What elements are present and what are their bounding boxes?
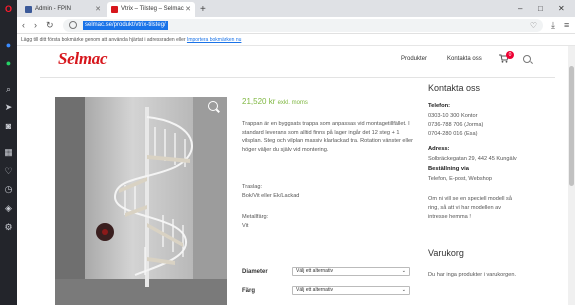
order-value: Telefon, E-post, Webshop	[428, 176, 492, 182]
search-icon[interactable]	[523, 55, 531, 63]
gear-icon[interactable]: ⚙	[3, 222, 14, 233]
tab-bar: Admin - FPIN ✕ Vtrix – Tilsteg – Selmac …	[17, 0, 575, 17]
close-tab-icon[interactable]: ✕	[185, 2, 191, 17]
option-farg-label: Färg	[242, 288, 256, 294]
close-window-button[interactable]: ✕	[558, 0, 565, 17]
price-value: 21,520 kr	[242, 97, 276, 106]
chevron-down-icon: ⌄	[401, 287, 406, 293]
tab-selmac[interactable]: Vtrix – Tilsteg – Selmac ✕	[107, 2, 195, 17]
site-header: Selmac Produkter Kontakta oss 0	[40, 48, 555, 74]
whatsapp-icon[interactable]: ●	[3, 58, 14, 69]
search-icon[interactable]: ⌕	[3, 84, 14, 95]
spec-traslag-value: Bok/Vit eller Ek/Lackad	[242, 193, 300, 199]
contact-note-line: ring, så att vi har modellen av	[428, 205, 502, 211]
spiral-staircase-image	[55, 97, 227, 305]
farg-select-value: Välj ett alternativ	[296, 287, 333, 293]
spec-metallfarg-label: Metallfärg:	[242, 214, 269, 220]
diameter-select[interactable]: Välj ett alternativ ⌄	[292, 267, 410, 276]
history-icon[interactable]: ◷	[3, 184, 14, 195]
spec-traslag-label: Traslag:	[242, 184, 262, 190]
minimize-button[interactable]: –	[518, 0, 522, 17]
heart-bookmark-icon[interactable]: ♡	[530, 19, 537, 32]
bookmark-hint: Lägg till ditt första bokmärke genom att…	[21, 37, 187, 43]
address-bar[interactable]: selmac.se/produkt/vtrix-tilsteg/ ♡	[63, 19, 543, 32]
nav-kontakta-oss[interactable]: Kontakta oss	[447, 56, 482, 62]
phone-esa: 0704-280 016 (Esa)	[428, 131, 478, 137]
address-value: Solbräckegatan 29, 442 45 Kungälv	[428, 156, 517, 162]
selmac-logo[interactable]: Selmac	[58, 49, 108, 69]
reload-icon[interactable]: ↻	[46, 19, 54, 32]
product-description: Trappan är en byggsats trappa som anpass…	[242, 121, 413, 153]
contact-note-line: intresse hemma !	[428, 214, 471, 220]
cart-count-badge: 0	[506, 51, 514, 59]
new-tab-button[interactable]: +	[200, 2, 206, 17]
address-bar-row: ‹ › ↻ selmac.se/produkt/vtrix-tilsteg/ ♡…	[17, 17, 575, 34]
heart-icon[interactable]: ♡	[3, 166, 14, 177]
download-icon[interactable]: ⤓	[551, 19, 555, 32]
tab-label: Vtrix – Tilsteg – Selmac	[121, 6, 184, 12]
phone-label: Telefon:	[428, 103, 451, 109]
opera-sidebar: O ● ● ⌕ ➤ ◙ ▦ ♡ ◷ ◈ ⚙	[0, 0, 17, 305]
contact-heading: Kontakta oss	[428, 83, 481, 93]
camera-icon[interactable]: ◙	[3, 121, 14, 132]
lock-icon	[69, 21, 77, 29]
bookmark-bar: Lägg till ditt första bokmärke genom att…	[17, 34, 575, 46]
opera-logo-icon[interactable]: O	[3, 4, 14, 15]
contact-note-line: Om ni vill se en speciell modell så	[428, 196, 512, 202]
page-scrollbar[interactable]	[568, 46, 575, 305]
maximize-button[interactable]: □	[538, 0, 543, 17]
product-image[interactable]	[55, 97, 227, 305]
diameter-select-value: Välj ett alternativ	[296, 268, 333, 274]
option-diameter-label: Diameter	[242, 269, 268, 275]
price-suffix: exkl. moms	[277, 100, 308, 106]
cart-empty-text: Du har inga produkter i varukorgen.	[428, 272, 516, 278]
chevron-down-icon: ⌄	[401, 268, 406, 274]
menu-icon[interactable]: ≡	[564, 19, 569, 32]
order-label: Beställning via	[428, 166, 469, 172]
send-icon[interactable]: ➤	[3, 102, 14, 113]
cart-heading: Varukorg	[428, 248, 464, 258]
grid-icon[interactable]: ▦	[3, 147, 14, 158]
spec-metallfarg-value: Vit	[242, 223, 249, 229]
farg-select[interactable]: Välj ett alternativ ⌄	[292, 286, 410, 295]
header-divider	[40, 77, 555, 78]
close-tab-icon[interactable]: ✕	[95, 2, 101, 17]
forward-icon[interactable]: ›	[34, 19, 37, 32]
tab-admin[interactable]: Admin - FPIN ✕	[21, 2, 105, 17]
messenger-icon[interactable]: ●	[3, 40, 14, 51]
scrollbar-thumb[interactable]	[569, 66, 574, 186]
phone-jorma: 0736-788 706 (Jorma)	[428, 122, 484, 128]
tab-label: Admin - FPIN	[35, 6, 72, 12]
product-price: 21,520 kr exkl. moms	[242, 97, 308, 106]
fpin-favicon-icon	[25, 6, 32, 13]
url-text[interactable]: selmac.se/produkt/vtrix-tilsteg/	[83, 21, 168, 30]
zoom-icon[interactable]	[208, 101, 218, 111]
phone-office: 0303-10 300 Kontor	[428, 113, 478, 119]
address-label: Adress:	[428, 146, 450, 152]
selmac-favicon-icon	[111, 6, 118, 13]
nav-produkter[interactable]: Produkter	[401, 56, 427, 62]
back-icon[interactable]: ‹	[22, 19, 25, 32]
import-bookmarks-link[interactable]: Importera bokmärken nu	[187, 37, 241, 43]
cube-icon[interactable]: ◈	[3, 203, 14, 214]
